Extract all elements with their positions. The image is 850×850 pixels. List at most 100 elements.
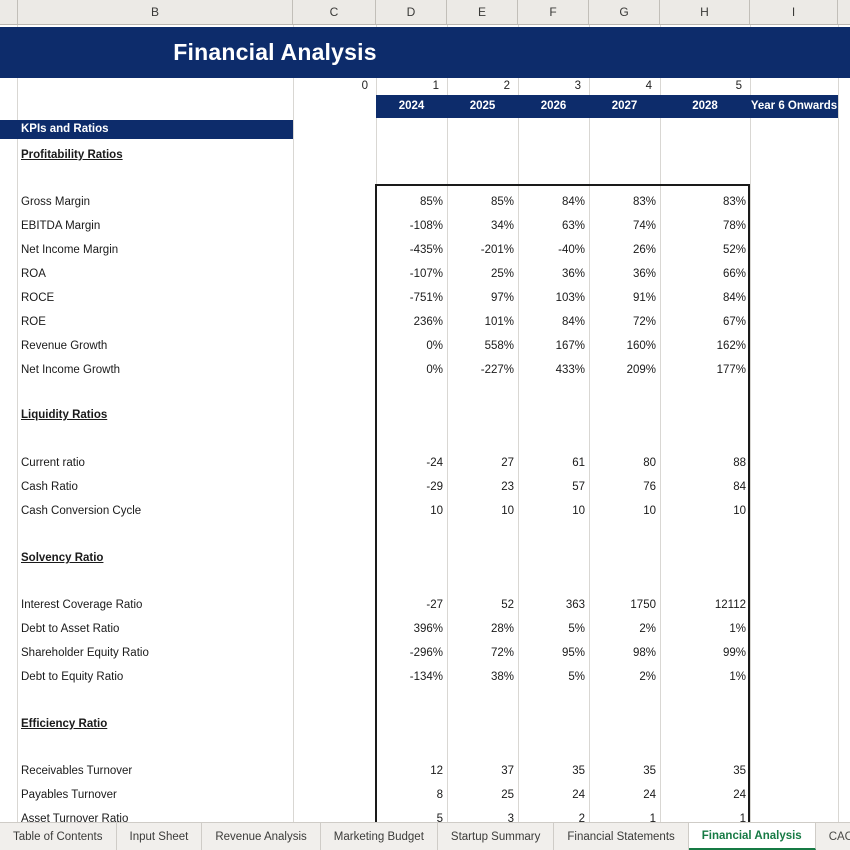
column-header-h[interactable]: H <box>660 0 750 24</box>
data-cell[interactable]: -751% <box>376 286 447 310</box>
data-cell[interactable]: 63% <box>518 214 589 238</box>
data-cell[interactable]: -296% <box>376 641 447 665</box>
data-cell[interactable]: 12 <box>376 759 447 783</box>
data-cell[interactable]: 84% <box>518 310 589 334</box>
data-cell[interactable]: 5% <box>518 617 589 641</box>
data-cell[interactable]: 76 <box>589 475 660 499</box>
data-cell[interactable]: 61 <box>518 451 589 475</box>
column-header-b[interactable]: B <box>17 0 293 24</box>
data-cell[interactable]: 83% <box>660 190 750 214</box>
data-cell[interactable]: 36% <box>589 262 660 286</box>
column-header-f[interactable]: F <box>518 0 589 24</box>
data-cell[interactable]: 24 <box>660 783 750 807</box>
data-cell[interactable]: 72% <box>589 310 660 334</box>
data-cell[interactable]: 97% <box>447 286 518 310</box>
data-cell[interactable]: 88 <box>660 451 750 475</box>
data-cell[interactable]: 1750 <box>589 593 660 617</box>
data-cell[interactable]: 10 <box>660 499 750 523</box>
sheet-tab-marketing-budget[interactable]: Marketing Budget <box>321 823 438 850</box>
data-cell[interactable]: 91% <box>589 286 660 310</box>
data-cell[interactable]: 57 <box>518 475 589 499</box>
data-cell[interactable]: 35 <box>518 759 589 783</box>
data-cell[interactable]: 209% <box>589 358 660 382</box>
data-cell[interactable]: 396% <box>376 617 447 641</box>
data-cell[interactable]: 162% <box>660 334 750 358</box>
data-cell[interactable]: -107% <box>376 262 447 286</box>
data-cell[interactable]: 52% <box>660 238 750 262</box>
sheet-tab-input-sheet[interactable]: Input Sheet <box>117 823 203 850</box>
data-cell[interactable]: -227% <box>447 358 518 382</box>
data-cell[interactable]: 52 <box>447 593 518 617</box>
data-cell[interactable]: 85% <box>447 190 518 214</box>
data-cell[interactable]: 10 <box>518 499 589 523</box>
data-cell[interactable]: 37 <box>447 759 518 783</box>
data-cell[interactable]: 83% <box>589 190 660 214</box>
data-cell[interactable]: 98% <box>589 641 660 665</box>
data-cell[interactable]: -435% <box>376 238 447 262</box>
data-cell[interactable]: 433% <box>518 358 589 382</box>
data-cell[interactable]: 25% <box>447 262 518 286</box>
sheet-tab-bar[interactable]: Table of Contents Input Sheet Revenue Anal… <box>0 822 850 850</box>
data-cell[interactable]: 1% <box>660 665 750 689</box>
data-cell[interactable]: 2% <box>589 617 660 641</box>
data-cell[interactable]: 27 <box>447 451 518 475</box>
data-cell[interactable]: 10 <box>376 499 447 523</box>
data-cell[interactable]: 38% <box>447 665 518 689</box>
data-cell[interactable]: 167% <box>518 334 589 358</box>
data-cell[interactable]: -29 <box>376 475 447 499</box>
column-header-d[interactable]: D <box>376 0 447 24</box>
data-cell[interactable]: 72% <box>447 641 518 665</box>
data-cell[interactable]: 84 <box>660 475 750 499</box>
data-cell[interactable]: 36% <box>518 262 589 286</box>
column-header-g[interactable]: G <box>589 0 660 24</box>
data-cell[interactable]: -24 <box>376 451 447 475</box>
data-cell[interactable]: 26% <box>589 238 660 262</box>
data-cell[interactable]: 10 <box>447 499 518 523</box>
sheet-tab-revenue-analysis[interactable]: Revenue Analysis <box>202 823 321 850</box>
sheet-tab-financial-statements[interactable]: Financial Statements <box>554 823 689 850</box>
data-cell[interactable]: 5% <box>518 665 589 689</box>
data-cell[interactable]: 10 <box>589 499 660 523</box>
data-cell[interactable]: 80 <box>589 451 660 475</box>
data-cell[interactable]: 558% <box>447 334 518 358</box>
sheet-tab-startup-summary[interactable]: Startup Summary <box>438 823 555 850</box>
data-cell[interactable]: 24 <box>518 783 589 807</box>
data-cell[interactable]: 0% <box>376 334 447 358</box>
data-cell[interactable]: 99% <box>660 641 750 665</box>
data-cell[interactable]: -201% <box>447 238 518 262</box>
data-cell[interactable]: 35 <box>660 759 750 783</box>
column-header-i[interactable]: I <box>750 0 838 24</box>
data-cell[interactable]: 66% <box>660 262 750 286</box>
data-cell[interactable]: 85% <box>376 190 447 214</box>
data-cell[interactable]: -108% <box>376 214 447 238</box>
data-cell[interactable]: 0% <box>376 358 447 382</box>
data-cell[interactable]: 2% <box>589 665 660 689</box>
data-cell[interactable]: 95% <box>518 641 589 665</box>
data-cell[interactable]: -40% <box>518 238 589 262</box>
data-cell[interactable]: 8 <box>376 783 447 807</box>
data-cell[interactable]: 28% <box>447 617 518 641</box>
data-cell[interactable]: 23 <box>447 475 518 499</box>
data-cell[interactable]: 34% <box>447 214 518 238</box>
data-cell[interactable]: 84% <box>518 190 589 214</box>
data-cell[interactable]: 177% <box>660 358 750 382</box>
data-cell[interactable]: 35 <box>589 759 660 783</box>
data-cell[interactable]: -27 <box>376 593 447 617</box>
data-cell[interactable]: 101% <box>447 310 518 334</box>
sheet-tab-financial-analysis[interactable]: Financial Analysis <box>688 823 816 850</box>
data-cell[interactable]: 25 <box>447 783 518 807</box>
data-cell[interactable]: 84% <box>660 286 750 310</box>
data-cell[interactable]: -134% <box>376 665 447 689</box>
sheet-tab-cac-cl[interactable]: CAC - CL\ <box>816 823 850 850</box>
data-cell[interactable]: 78% <box>660 214 750 238</box>
data-cell[interactable]: 363 <box>518 593 589 617</box>
data-cell[interactable]: 12112 <box>660 593 750 617</box>
data-cell[interactable]: 160% <box>589 334 660 358</box>
sheet-tab-table-of-contents[interactable]: Table of Contents <box>0 823 117 850</box>
data-cell[interactable]: 74% <box>589 214 660 238</box>
column-header-c[interactable]: C <box>293 0 376 24</box>
data-cell[interactable]: 236% <box>376 310 447 334</box>
data-cell[interactable]: 1% <box>660 617 750 641</box>
data-cell[interactable]: 103% <box>518 286 589 310</box>
column-header-e[interactable]: E <box>447 0 518 24</box>
